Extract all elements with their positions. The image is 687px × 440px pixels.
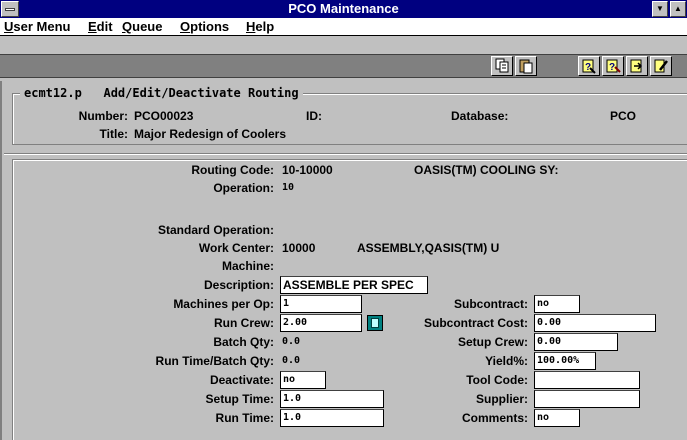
- title-bar: PCO Maintenance ▼ ▲: [0, 0, 687, 18]
- svg-text:?: ?: [609, 62, 615, 73]
- database-label: Database:: [451, 109, 509, 123]
- machines-per-op-field[interactable]: 1: [280, 295, 362, 313]
- form-area: ecmt12.p Add/Edit/Deactivate Routing Num…: [0, 81, 687, 440]
- database-value: PCO: [610, 109, 637, 123]
- setup-crew-field[interactable]: 0.00: [534, 333, 618, 351]
- paste-button[interactable]: [515, 56, 537, 76]
- edit-pen-button[interactable]: [650, 56, 672, 76]
- standard-operation-label: Standard Operation:: [157, 223, 274, 237]
- batch-qty-label: Batch Qty:: [213, 335, 274, 349]
- supplier-label: Supplier:: [475, 392, 528, 406]
- toolbar: ? ?: [0, 37, 687, 81]
- setup-time-field[interactable]: 1.0: [280, 390, 384, 408]
- machine-label: Machine:: [221, 259, 274, 273]
- title-value: Major Redesign of Coolers: [134, 127, 287, 141]
- frame-title: ecmt12.p Add/Edit/Deactivate Routing: [20, 85, 303, 101]
- operation-value: 10: [282, 182, 295, 193]
- menu-edit[interactable]: Edit: [88, 19, 113, 35]
- routing-code-label: Routing Code:: [191, 163, 274, 177]
- menu-queue[interactable]: Queue: [122, 19, 162, 35]
- run-crew-field[interactable]: 2.00: [280, 314, 362, 332]
- batch-qty-value: 0.0: [282, 336, 301, 347]
- menu-user-menu[interactable]: User Menu: [4, 19, 70, 35]
- routing-description: OASIS(TM) COOLING SY:: [414, 163, 559, 177]
- machines-per-op-label: Machines per Op:: [173, 297, 274, 311]
- routing-code-value: 10-10000: [282, 163, 333, 177]
- yield-label: Yield%:: [485, 354, 528, 368]
- deactivate-field[interactable]: no: [280, 371, 326, 389]
- run-crew-label: Run Crew:: [214, 316, 274, 330]
- copy-icon: [495, 58, 509, 73]
- menu-options[interactable]: Options: [180, 19, 229, 35]
- query-button[interactable]: ?: [578, 56, 600, 76]
- deactivate-label: Deactivate:: [209, 373, 274, 387]
- menu-bar: User Menu Edit Queue Options Help: [0, 18, 687, 36]
- title-label: Title:: [99, 127, 128, 141]
- description-label: Description:: [203, 278, 274, 292]
- divider: [4, 153, 687, 155]
- comments-label: Comments:: [461, 411, 528, 425]
- comments-field[interactable]: no: [534, 409, 580, 427]
- run-time-field[interactable]: 1.0: [280, 409, 384, 427]
- operation-label: Operation:: [213, 181, 274, 195]
- query-next-icon: [630, 59, 643, 73]
- number-value: PCO00023: [134, 109, 194, 123]
- minimize-button[interactable]: ▼: [652, 1, 668, 17]
- number-label: Number:: [78, 109, 128, 123]
- tool-code-field[interactable]: [534, 371, 640, 389]
- run-time-batch-qty-label: Run Time/Batch Qty:: [155, 354, 274, 368]
- id-label: ID:: [306, 109, 322, 123]
- maximize-button[interactable]: ▲: [670, 1, 686, 17]
- work-center-description: ASSEMBLY,QASIS(TM) U: [357, 241, 500, 255]
- svg-text:?: ?: [585, 62, 591, 73]
- yield-field[interactable]: 100.00%: [534, 352, 596, 370]
- window-title: PCO Maintenance: [288, 1, 399, 16]
- tool-code-label: Tool Code:: [466, 373, 528, 387]
- query-edit-button[interactable]: ?: [602, 56, 624, 76]
- edit-pen-icon: [654, 59, 668, 73]
- supplier-field[interactable]: [534, 390, 640, 408]
- calculator-icon: [371, 318, 379, 328]
- query-next-button[interactable]: [626, 56, 648, 76]
- subcontract-label: Subcontract:: [453, 297, 528, 311]
- setup-time-label: Setup Time:: [205, 392, 274, 406]
- setup-crew-label: Setup Crew:: [457, 335, 528, 349]
- program-name: ecmt12.p: [24, 86, 82, 100]
- screen-title: Add/Edit/Deactivate Routing: [103, 86, 299, 100]
- query-edit-icon: ?: [606, 59, 621, 73]
- run-time-label: Run Time:: [215, 411, 274, 425]
- work-center-label: Work Center:: [198, 241, 274, 255]
- copy-button[interactable]: [491, 56, 513, 76]
- paste-icon: [519, 59, 533, 74]
- query-icon: ?: [582, 59, 596, 74]
- menu-help[interactable]: Help: [246, 19, 274, 35]
- subcontract-field[interactable]: no: [534, 295, 580, 313]
- work-center-value: 10000: [282, 241, 316, 255]
- subcontract-cost-field[interactable]: 0.00: [534, 314, 656, 332]
- description-field[interactable]: ASSEMBLE PER SPEC: [280, 276, 428, 294]
- subcontract-cost-label: Subcontract Cost:: [423, 316, 528, 330]
- run-time-batch-qty-value: 0.0: [282, 355, 301, 366]
- calculator-button[interactable]: [367, 315, 383, 331]
